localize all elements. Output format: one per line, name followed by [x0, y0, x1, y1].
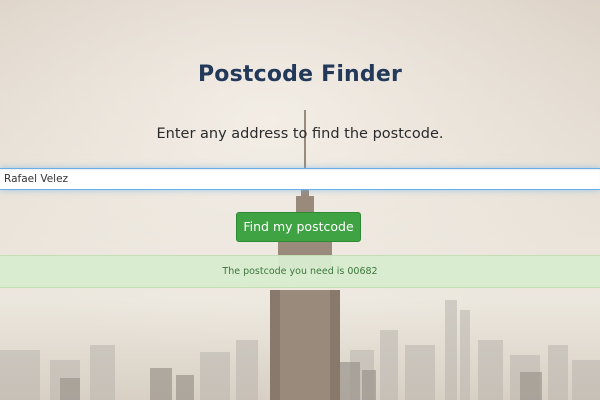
find-postcode-button[interactable]: Find my postcode	[236, 212, 361, 242]
postcode-result-alert: The postcode you need is 00682	[0, 255, 600, 288]
page-subtitle: Enter any address to find the postcode.	[156, 126, 444, 142]
page-content: Postcode Finder Enter any address to fin…	[0, 0, 600, 400]
page-title: Postcode Finder	[197, 62, 403, 87]
address-input[interactable]	[0, 168, 600, 190]
result-message: The postcode you need is 00682	[222, 266, 378, 277]
